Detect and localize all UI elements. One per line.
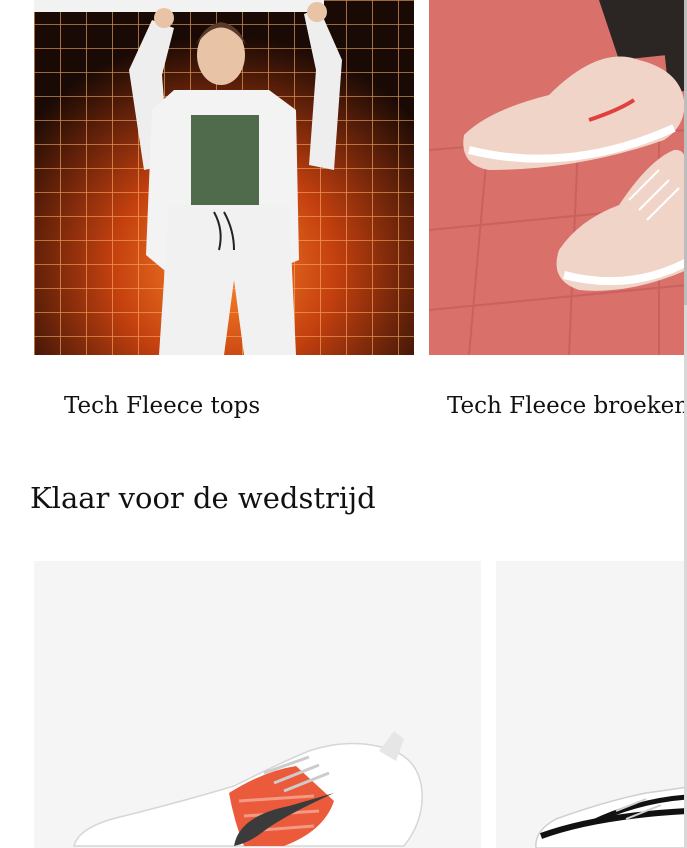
carousel-tile-tech-fleece-broeken[interactable] [429, 0, 687, 355]
carousel-tile-tech-fleece-tops[interactable] [34, 0, 414, 355]
carousel-label-tech-fleece-broeken[interactable]: Tech Fleece broeken [447, 392, 687, 420]
product-card-2[interactable] [496, 561, 687, 848]
product-image-2 [496, 561, 687, 848]
tech-fleece-broeken-image [429, 0, 687, 355]
product-card-1[interactable] [34, 561, 481, 848]
section-title: Klaar voor de wedstrijd [30, 481, 376, 515]
page: Tech Fleece tops Tech Fleece broeken Kla… [0, 0, 687, 848]
carousel-label-tech-fleece-tops[interactable]: Tech Fleece tops [64, 392, 260, 420]
product-image-1 [34, 561, 481, 848]
tech-fleece-tops-image [34, 0, 414, 355]
